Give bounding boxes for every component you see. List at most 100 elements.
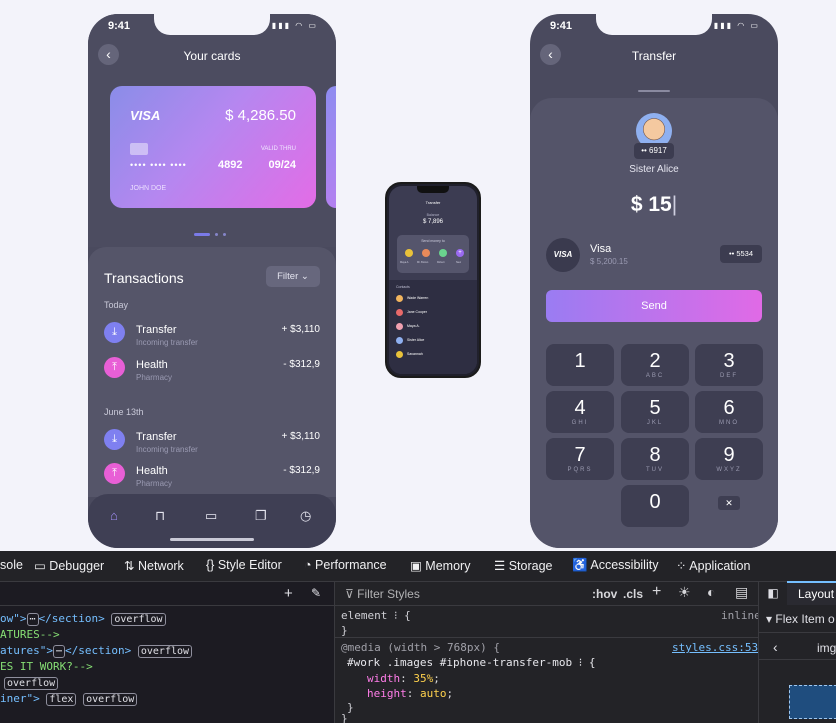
sidebar-toggle-icon[interactable]: ◧ bbox=[759, 582, 787, 604]
keypad-key-4[interactable]: 4 GHI bbox=[546, 391, 614, 433]
mini-balance: $ 7,896 bbox=[422, 219, 444, 225]
visa-logo: VISA bbox=[130, 108, 161, 123]
send-button[interactable]: Send bbox=[546, 290, 762, 322]
css-declaration-height[interactable]: height: auto; bbox=[367, 687, 453, 700]
tab-performance[interactable]: ◔ Performance bbox=[304, 558, 387, 572]
tab-layout[interactable]: Layout bbox=[787, 581, 836, 605]
keypad-key-3[interactable]: 3 DEF bbox=[695, 344, 763, 386]
mini-contact-name[interactable]: Savannah bbox=[407, 352, 423, 356]
add-icon[interactable]: + bbox=[456, 249, 464, 257]
keypad-key-8[interactable]: 8 TUV bbox=[621, 438, 689, 480]
account-mask: •• 5534 bbox=[720, 245, 762, 263]
keypad-key-2[interactable]: 2 ABC bbox=[621, 344, 689, 386]
markup-line[interactable]: atures"> ⋯ </section> overflow bbox=[0, 644, 193, 658]
keypad-key-7[interactable]: 7 PQRS bbox=[546, 438, 614, 480]
markup-line[interactable]: overflow bbox=[4, 676, 59, 690]
valid-thru-label: VALID THRU bbox=[260, 146, 296, 152]
mini-contact-name[interactable]: Jane Cooper bbox=[407, 310, 427, 314]
keypad-key-5[interactable]: 5 JKL bbox=[621, 391, 689, 433]
tab-memory[interactable]: ▣ Memory bbox=[410, 558, 470, 573]
tx-name[interactable]: Transfer bbox=[136, 324, 177, 336]
transfer-phone-mockup-small: Transfer Balance $ 7,896 Send money to +… bbox=[385, 182, 481, 378]
storage-icon: ☰ bbox=[494, 559, 506, 573]
rule-close: } bbox=[341, 624, 348, 637]
group-date: Today bbox=[104, 300, 129, 310]
inline-source: inline bbox=[721, 609, 761, 622]
filter-label: Filter bbox=[277, 271, 299, 282]
hov-toggle[interactable]: :hov bbox=[592, 587, 617, 601]
tab-console[interactable]: sole bbox=[0, 558, 23, 572]
upload-icon: ⤒ bbox=[104, 463, 125, 484]
clock-icon[interactable]: ◷ bbox=[300, 508, 311, 524]
keypad-key-9[interactable]: 9 WXYZ bbox=[695, 438, 763, 480]
contrast-icon[interactable]: ◐ bbox=[707, 584, 715, 600]
tab-label: Memory bbox=[425, 559, 471, 573]
tx-name[interactable]: Health bbox=[136, 359, 168, 371]
filter-placeholder: Filter Styles bbox=[357, 587, 420, 601]
source-link[interactable]: styles.css:530 bbox=[672, 641, 765, 654]
mini-contacts-panel: Contacts Wade Warren Jane Cooper Maya A.… bbox=[389, 280, 477, 374]
recipient-name: Sister Alice bbox=[629, 164, 679, 175]
account-name[interactable]: Visa bbox=[590, 243, 611, 255]
chevron-left-icon[interactable]: ‹ bbox=[773, 639, 778, 655]
add-rule-icon[interactable]: + bbox=[652, 583, 661, 601]
mini-send-money-panel: Send money to + Maya A. Mr. Brown Robert… bbox=[397, 235, 469, 273]
tab-network[interactable]: ⇅ Network bbox=[124, 558, 184, 573]
tab-label: Debugger bbox=[49, 559, 105, 573]
markup-line[interactable]: ow"> ⋯ </section> overflow bbox=[0, 612, 166, 626]
bag-icon[interactable]: ⊓ bbox=[155, 508, 165, 524]
keypad-key-6[interactable]: 6 MNO bbox=[695, 391, 763, 433]
mini-contact-avatar bbox=[396, 295, 403, 302]
tab-accessibility[interactable]: ♿ Accessibility bbox=[572, 558, 658, 573]
backspace-icon[interactable]: ✕ bbox=[718, 496, 740, 510]
tab-application[interactable]: ⁘ Application bbox=[676, 558, 750, 573]
tx-name[interactable]: Health bbox=[136, 465, 168, 477]
eyedropper-icon[interactable]: ✎ bbox=[311, 586, 321, 600]
chat-icon[interactable]: ❐ bbox=[255, 508, 267, 524]
mini-avatar[interactable] bbox=[422, 249, 430, 257]
tx-sub: Pharmacy bbox=[136, 373, 173, 382]
tx-name[interactable]: Transfer bbox=[136, 431, 177, 443]
section-divider bbox=[759, 659, 836, 660]
add-node-icon[interactable]: + bbox=[284, 585, 293, 602]
keypad-key-1[interactable]: 1 bbox=[546, 344, 614, 386]
overflow-badge: overflow bbox=[4, 677, 59, 690]
element-rule[interactable]: element ⁝ { bbox=[341, 609, 411, 622]
markup-line[interactable]: iner"> flex overflow bbox=[0, 692, 138, 706]
document-icon[interactable]: ▤ bbox=[735, 584, 748, 601]
mini-contact-name[interactable]: Wade Warren bbox=[407, 296, 428, 300]
sheet-handle[interactable] bbox=[638, 90, 670, 92]
filter-styles-input[interactable]: ⊽ Filter Styles bbox=[345, 587, 420, 601]
mini-contact-name[interactable]: Sister Alice bbox=[407, 338, 424, 342]
mini-avatar[interactable] bbox=[405, 249, 413, 257]
cls-toggle[interactable]: .cls bbox=[623, 587, 643, 601]
css-declaration-width[interactable]: width: 35%; bbox=[367, 672, 440, 685]
filter-button[interactable]: Filter ⌄ bbox=[266, 266, 320, 287]
sun-icon[interactable]: ☀ bbox=[678, 584, 691, 601]
mini-notch bbox=[417, 186, 449, 193]
visa-logo: VISA bbox=[546, 238, 580, 272]
next-card-peek[interactable] bbox=[326, 86, 336, 208]
mini-avatar[interactable] bbox=[439, 249, 447, 257]
overflow-badge: overflow bbox=[137, 645, 193, 658]
markup-comment[interactable]: ES IT WORK?--> bbox=[0, 660, 93, 673]
rule-selector[interactable]: #work .images #iphone-transfer-mob ⁝ { bbox=[347, 656, 596, 669]
credit-card[interactable]: VISA $ 4,286.50 VALID THRU •••• •••• •••… bbox=[110, 86, 316, 208]
markup-comment[interactable]: ATURES--> bbox=[0, 628, 60, 641]
tab-style-editor[interactable]: {} Style Editor bbox=[206, 558, 282, 572]
keypad-key-0[interactable]: 0 bbox=[621, 485, 689, 527]
card-icon[interactable]: ▭ bbox=[205, 508, 217, 524]
tab-storage[interactable]: ☰ Storage bbox=[494, 558, 552, 573]
ellipsis-badge: ⋯ bbox=[26, 613, 39, 626]
home-icon[interactable]: ⌂ bbox=[110, 508, 118, 523]
card-expiry: 09/24 bbox=[268, 159, 296, 171]
card-holder: JOHN DOE bbox=[130, 185, 167, 192]
tab-debugger[interactable]: ▭ Debugger bbox=[34, 558, 104, 573]
status-time: 9:41 bbox=[550, 20, 573, 32]
flex-item-section[interactable]: ▾ Flex Item o bbox=[766, 612, 835, 626]
ellipsis-badge: ⋯ bbox=[52, 645, 66, 658]
mini-contact-name[interactable]: Maya A. bbox=[407, 324, 420, 328]
phone-notch bbox=[154, 14, 270, 35]
tab-label: Storage bbox=[508, 559, 553, 573]
amount-display[interactable]: $ 15| bbox=[530, 193, 778, 217]
